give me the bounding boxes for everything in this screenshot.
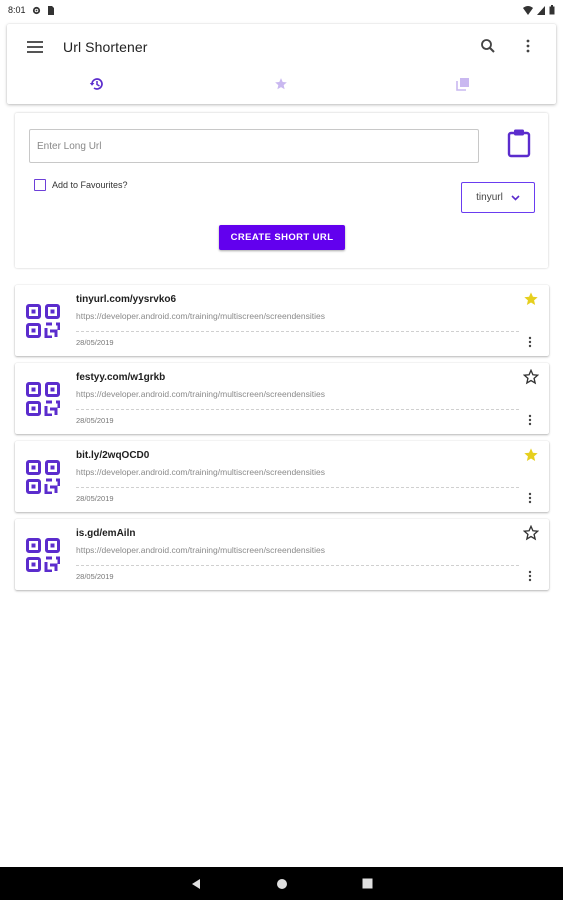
- url-list-item[interactable]: festyy.com/w1grkb https://developer.andro…: [15, 363, 549, 434]
- short-url-text[interactable]: is.gd/emAiln: [76, 528, 135, 539]
- recents-square-icon: [362, 878, 373, 889]
- nav-back-button[interactable]: [188, 876, 204, 892]
- qr-code-icon[interactable]: [26, 382, 61, 417]
- item-divider: [76, 487, 519, 488]
- star-outline-icon[interactable]: [522, 368, 540, 385]
- short-url-text[interactable]: tinyurl.com/yysrvko6: [76, 294, 176, 305]
- star-outline-icon[interactable]: [522, 524, 540, 541]
- created-date: 28/05/2019: [76, 338, 114, 347]
- created-date: 28/05/2019: [76, 494, 114, 503]
- item-more-vert-icon[interactable]: [523, 413, 537, 427]
- item-divider: [76, 331, 519, 332]
- wifi-status-icon: [523, 5, 533, 15]
- paste-clipboard-button[interactable]: [506, 128, 532, 158]
- item-divider: [76, 565, 519, 566]
- url-list-item[interactable]: bit.ly/2wqOCD0 https://developer.android.…: [15, 441, 549, 512]
- long-url-text: https://developer.android.com/training/m…: [76, 545, 325, 555]
- created-date: 28/05/2019: [76, 416, 114, 425]
- more-vert-icon: [526, 39, 530, 53]
- shorten-form-card: Add to Favourites? tinyurl CREATE SHORT …: [15, 113, 548, 268]
- long-url-input[interactable]: [29, 129, 479, 163]
- settings-status-icon: [32, 6, 41, 15]
- short-url-list: tinyurl.com/yysrvko6 https://developer.an…: [15, 285, 549, 597]
- search-button[interactable]: [479, 37, 497, 55]
- item-more-vert-icon[interactable]: [523, 491, 537, 505]
- short-url-text[interactable]: bit.ly/2wqOCD0: [76, 450, 149, 461]
- url-list-item[interactable]: tinyurl.com/yysrvko6 https://developer.an…: [15, 285, 549, 356]
- star-icon: [275, 78, 287, 90]
- tab-collections[interactable]: [383, 70, 543, 98]
- qr-code-icon[interactable]: [26, 538, 61, 573]
- star-filled-icon[interactable]: [523, 447, 539, 463]
- overflow-menu-button[interactable]: [519, 37, 537, 55]
- add-to-favourites-label: Add to Favourites?: [52, 180, 128, 190]
- short-url-text[interactable]: festyy.com/w1grkb: [76, 372, 165, 383]
- hamburger-menu-icon: [27, 41, 43, 53]
- long-url-text: https://developer.android.com/training/m…: [76, 389, 325, 399]
- search-icon: [481, 39, 495, 53]
- home-circle-icon: [276, 878, 287, 889]
- status-time: 8:01: [8, 5, 26, 15]
- star-filled-icon[interactable]: [523, 291, 539, 307]
- battery-status-icon: [549, 5, 555, 15]
- long-url-text: https://developer.android.com/training/m…: [76, 311, 325, 321]
- url-service-select[interactable]: tinyurl: [461, 182, 535, 213]
- history-icon: [89, 78, 103, 90]
- system-navigation-bar: [0, 867, 563, 900]
- app-bar: Url Shortener: [7, 24, 556, 104]
- nav-home-button[interactable]: [274, 876, 290, 892]
- create-short-url-button[interactable]: CREATE SHORT URL: [219, 225, 345, 250]
- chevron-down-icon: [511, 194, 520, 201]
- long-url-text: https://developer.android.com/training/m…: [76, 467, 325, 477]
- back-triangle-icon: [191, 878, 200, 889]
- app-title: Url Shortener: [63, 39, 148, 55]
- menu-button[interactable]: [25, 38, 45, 56]
- tab-favourites[interactable]: [201, 70, 361, 98]
- created-date: 28/05/2019: [76, 572, 114, 581]
- status-bar: 8:01: [0, 0, 563, 20]
- url-list-item[interactable]: is.gd/emAiln https://developer.android.co…: [15, 519, 549, 590]
- sd-card-status-icon: [47, 5, 54, 15]
- nav-recents-button[interactable]: [360, 876, 376, 892]
- qr-code-icon[interactable]: [26, 460, 61, 495]
- qr-code-icon[interactable]: [26, 304, 61, 339]
- signal-status-icon: [537, 5, 545, 15]
- item-more-vert-icon[interactable]: [523, 335, 537, 349]
- item-more-vert-icon[interactable]: [523, 569, 537, 583]
- app-screen: 8:01 Url Shortener Enter Long Url Add to…: [0, 0, 563, 900]
- tab-history[interactable]: [17, 70, 177, 98]
- add-to-favourites-row: Add to Favourites?: [34, 179, 128, 191]
- item-divider: [76, 409, 519, 410]
- url-service-value: tinyurl: [476, 192, 503, 203]
- collections-icon: [456, 78, 469, 91]
- clipboard-icon: [507, 129, 531, 158]
- add-to-favourites-checkbox[interactable]: [34, 179, 46, 191]
